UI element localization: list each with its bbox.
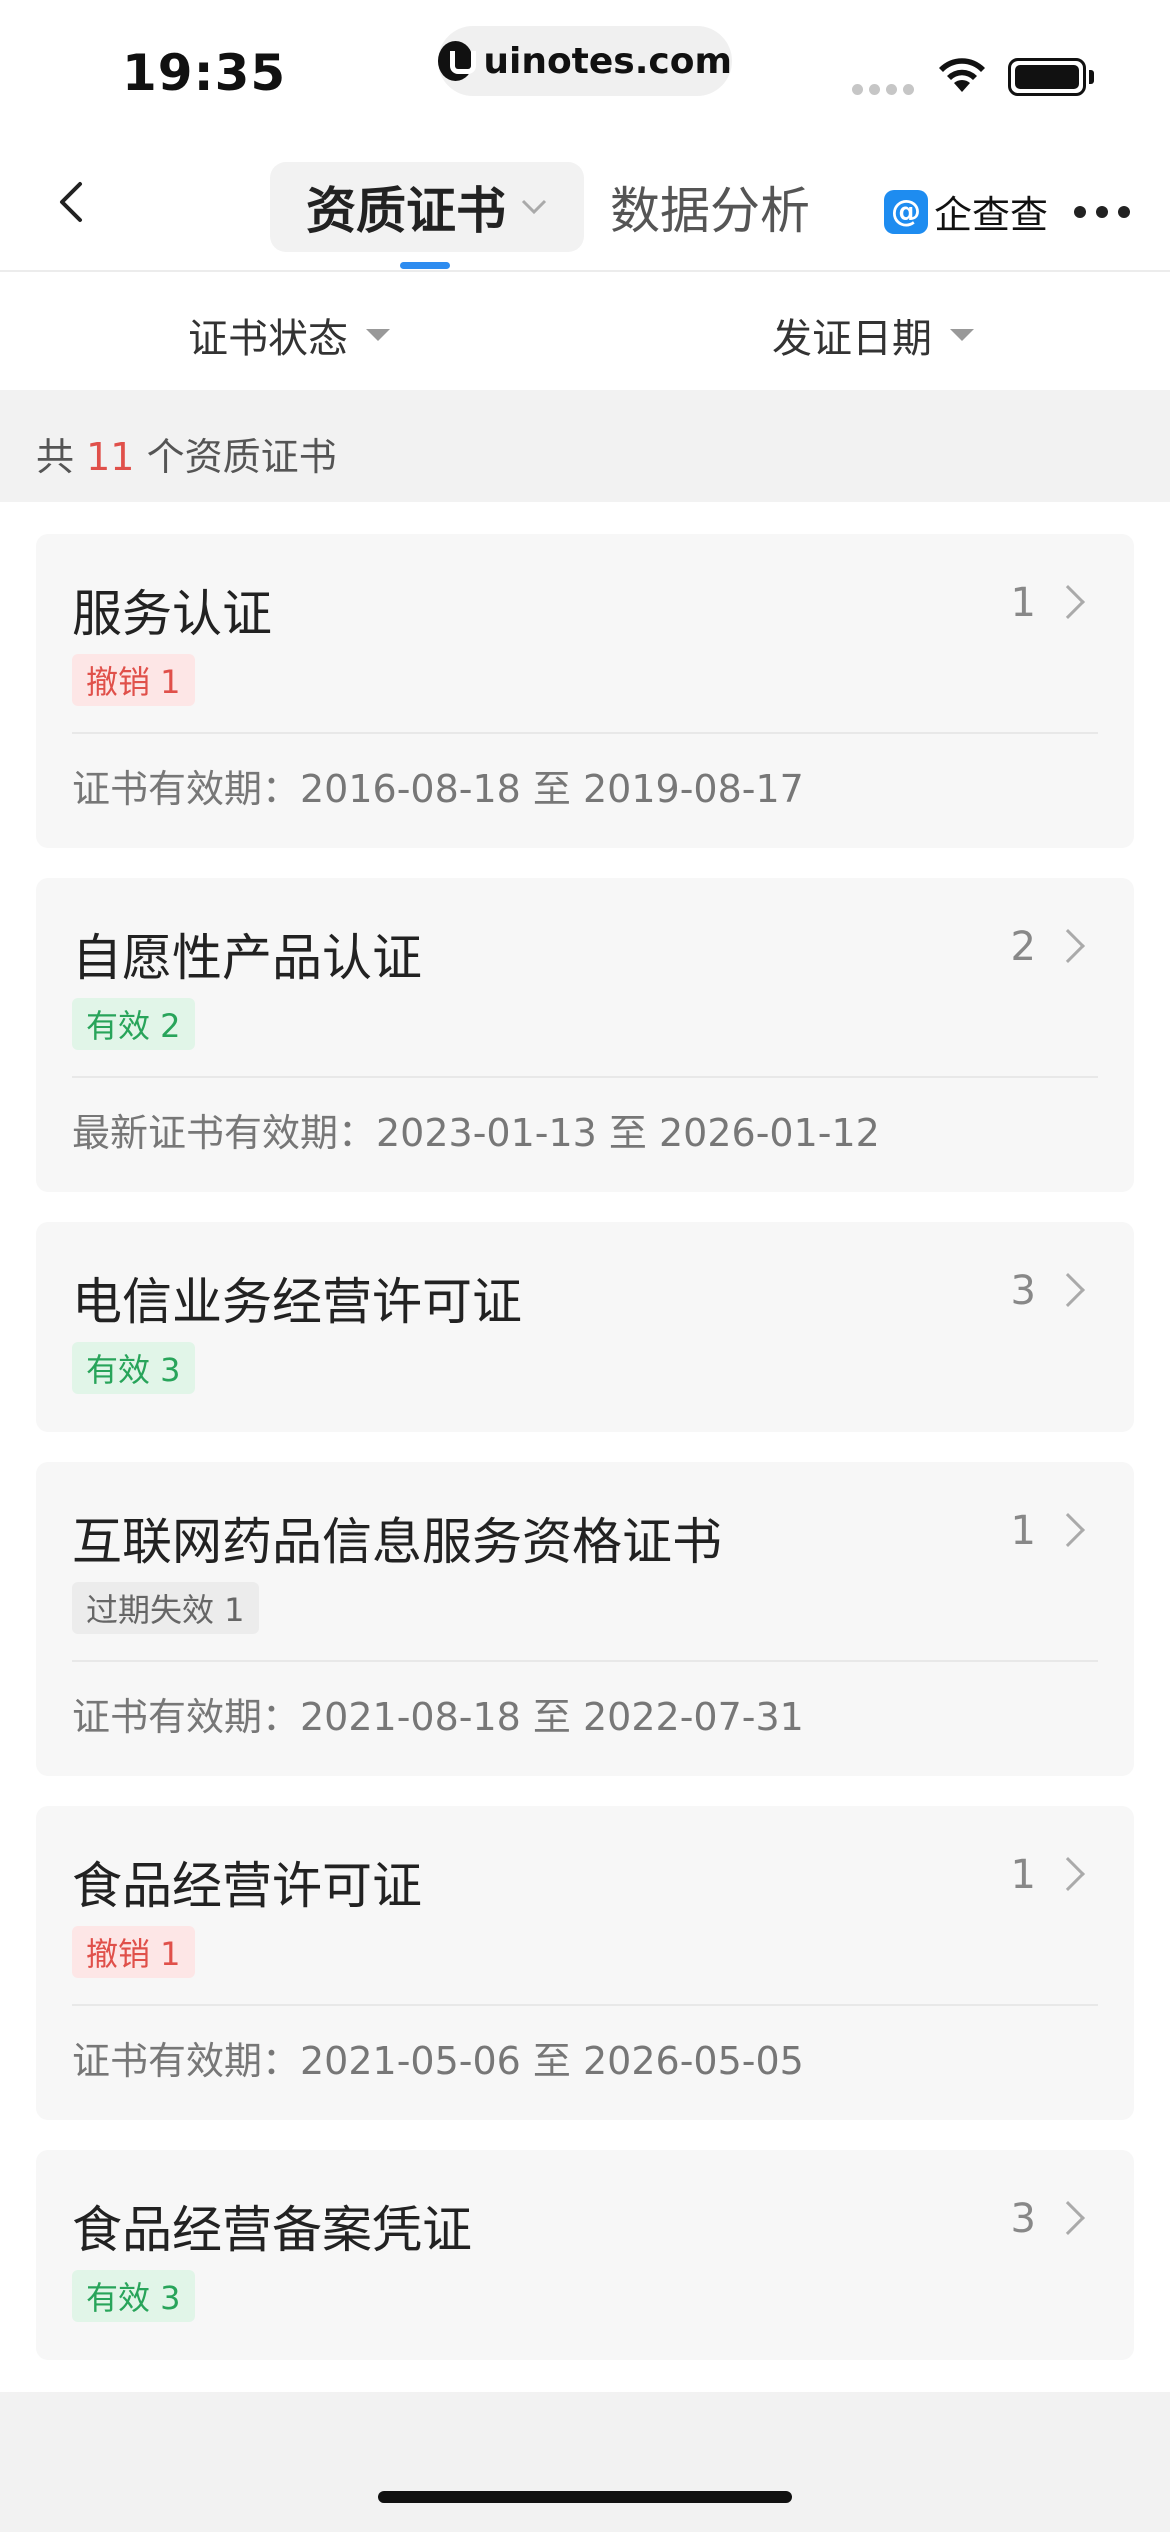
certificate-card[interactable]: 互联网药品信息服务资格证书 1 过期失效 1 证书有效期：2021-08-18 …	[36, 1462, 1134, 1776]
card-count: 3	[1010, 1268, 1036, 1314]
status-badge: 有效 3	[72, 2270, 195, 2322]
status-badge: 撤销 1	[72, 1926, 195, 1978]
tab-certificates[interactable]: 资质证书	[270, 162, 584, 252]
home-indicator[interactable]	[378, 2491, 792, 2503]
certificate-list: 服务认证 1 撤销 1 证书有效期：2016-08-18 至 2019-08-1…	[0, 502, 1170, 2392]
status-badge: 撤销 1	[72, 654, 195, 706]
url-text: uinotes.com	[483, 40, 732, 82]
validity-text: 证书有效期：2016-08-18 至 2019-08-17	[72, 767, 804, 811]
card-count: 1	[1010, 1508, 1036, 1554]
certificate-card[interactable]: 食品经营备案凭证 3 有效 3	[36, 2150, 1134, 2360]
chevron-right-icon	[1051, 1857, 1085, 1891]
tab-data-analysis[interactable]: 数据分析	[610, 162, 810, 252]
certificate-card[interactable]: 食品经营许可证 1 撤销 1 证书有效期：2021-05-06 至 2026-0…	[36, 1806, 1134, 2120]
wifi-icon	[939, 58, 985, 92]
filter-bar: 证书状态 发证日期	[0, 272, 1170, 390]
count-number: 11	[86, 435, 135, 479]
tab-certificates-label: 资质证书	[306, 182, 506, 240]
cellular-signal-icon	[852, 84, 914, 95]
url-pill[interactable]: uinotes.com	[438, 26, 732, 96]
card-title: 电信业务经营许可证	[72, 1273, 522, 1331]
filter-date-label: 发证日期	[772, 316, 932, 362]
more-icon[interactable]	[1074, 206, 1130, 218]
filter-date[interactable]: 发证日期	[772, 306, 974, 364]
brand[interactable]: @ 企查查	[884, 184, 1048, 239]
card-count: 2	[1010, 924, 1036, 970]
divider	[72, 2004, 1098, 2006]
card-count: 1	[1010, 580, 1036, 626]
dropdown-triangle-icon	[366, 329, 390, 341]
battery-nub	[1089, 70, 1094, 84]
count-prefix: 共	[36, 435, 75, 479]
chevron-down-icon	[521, 199, 547, 215]
active-tab-indicator	[400, 262, 450, 269]
card-title: 食品经营许可证	[72, 1857, 422, 1915]
card-title: 自愿性产品认证	[72, 929, 422, 987]
card-title: 食品经营备案凭证	[72, 2201, 472, 2259]
page: 19:35 uinotes.com 资质证书 数据分析 @ 企查查 证书状态 发…	[0, 0, 1170, 2532]
status-badge: 有效 2	[72, 998, 195, 1050]
card-count: 3	[1010, 2196, 1036, 2242]
battery-icon	[1008, 58, 1086, 96]
brand-name: 企查查	[934, 193, 1049, 237]
certificate-card[interactable]: 服务认证 1 撤销 1 证书有效期：2016-08-18 至 2019-08-1…	[36, 534, 1134, 848]
validity-text: 最新证书有效期：2023-01-13 至 2026-01-12	[72, 1111, 880, 1155]
status-badge: 有效 3	[72, 1342, 195, 1394]
certificate-card[interactable]: 电信业务经营许可证 3 有效 3	[36, 1222, 1134, 1432]
status-time: 19:35	[122, 44, 287, 102]
chevron-right-icon	[1051, 585, 1085, 619]
status-badge: 过期失效 1	[72, 1582, 259, 1634]
chevron-right-icon	[1051, 929, 1085, 963]
chevron-right-icon	[1051, 2201, 1085, 2235]
back-arrow-icon[interactable]	[50, 180, 94, 224]
card-title: 服务认证	[72, 585, 272, 643]
divider	[72, 732, 1098, 734]
filter-status[interactable]: 证书状态	[188, 306, 390, 364]
filter-status-label: 证书状态	[188, 316, 348, 362]
certificate-card[interactable]: 自愿性产品认证 2 有效 2 最新证书有效期：2023-01-13 至 2026…	[36, 878, 1134, 1192]
chevron-right-icon	[1051, 1273, 1085, 1307]
divider	[72, 1076, 1098, 1078]
qichacha-logo-icon: @	[884, 189, 928, 234]
validity-text: 证书有效期：2021-05-06 至 2026-05-05	[72, 2039, 804, 2083]
divider	[72, 1660, 1098, 1662]
nav-bar: 资质证书 数据分析 @ 企查查	[0, 140, 1170, 272]
card-count: 1	[1010, 1852, 1036, 1898]
count-suffix: 个资质证书	[146, 435, 337, 479]
site-logo-icon	[438, 41, 477, 81]
card-title: 互联网药品信息服务资格证书	[72, 1513, 722, 1571]
dropdown-triangle-icon	[950, 329, 974, 341]
status-bar: 19:35 uinotes.com	[0, 0, 1170, 140]
result-count: 共 11 个资质证书	[0, 390, 1170, 502]
chevron-right-icon	[1051, 1513, 1085, 1547]
validity-text: 证书有效期：2021-08-18 至 2022-07-31	[72, 1695, 804, 1739]
